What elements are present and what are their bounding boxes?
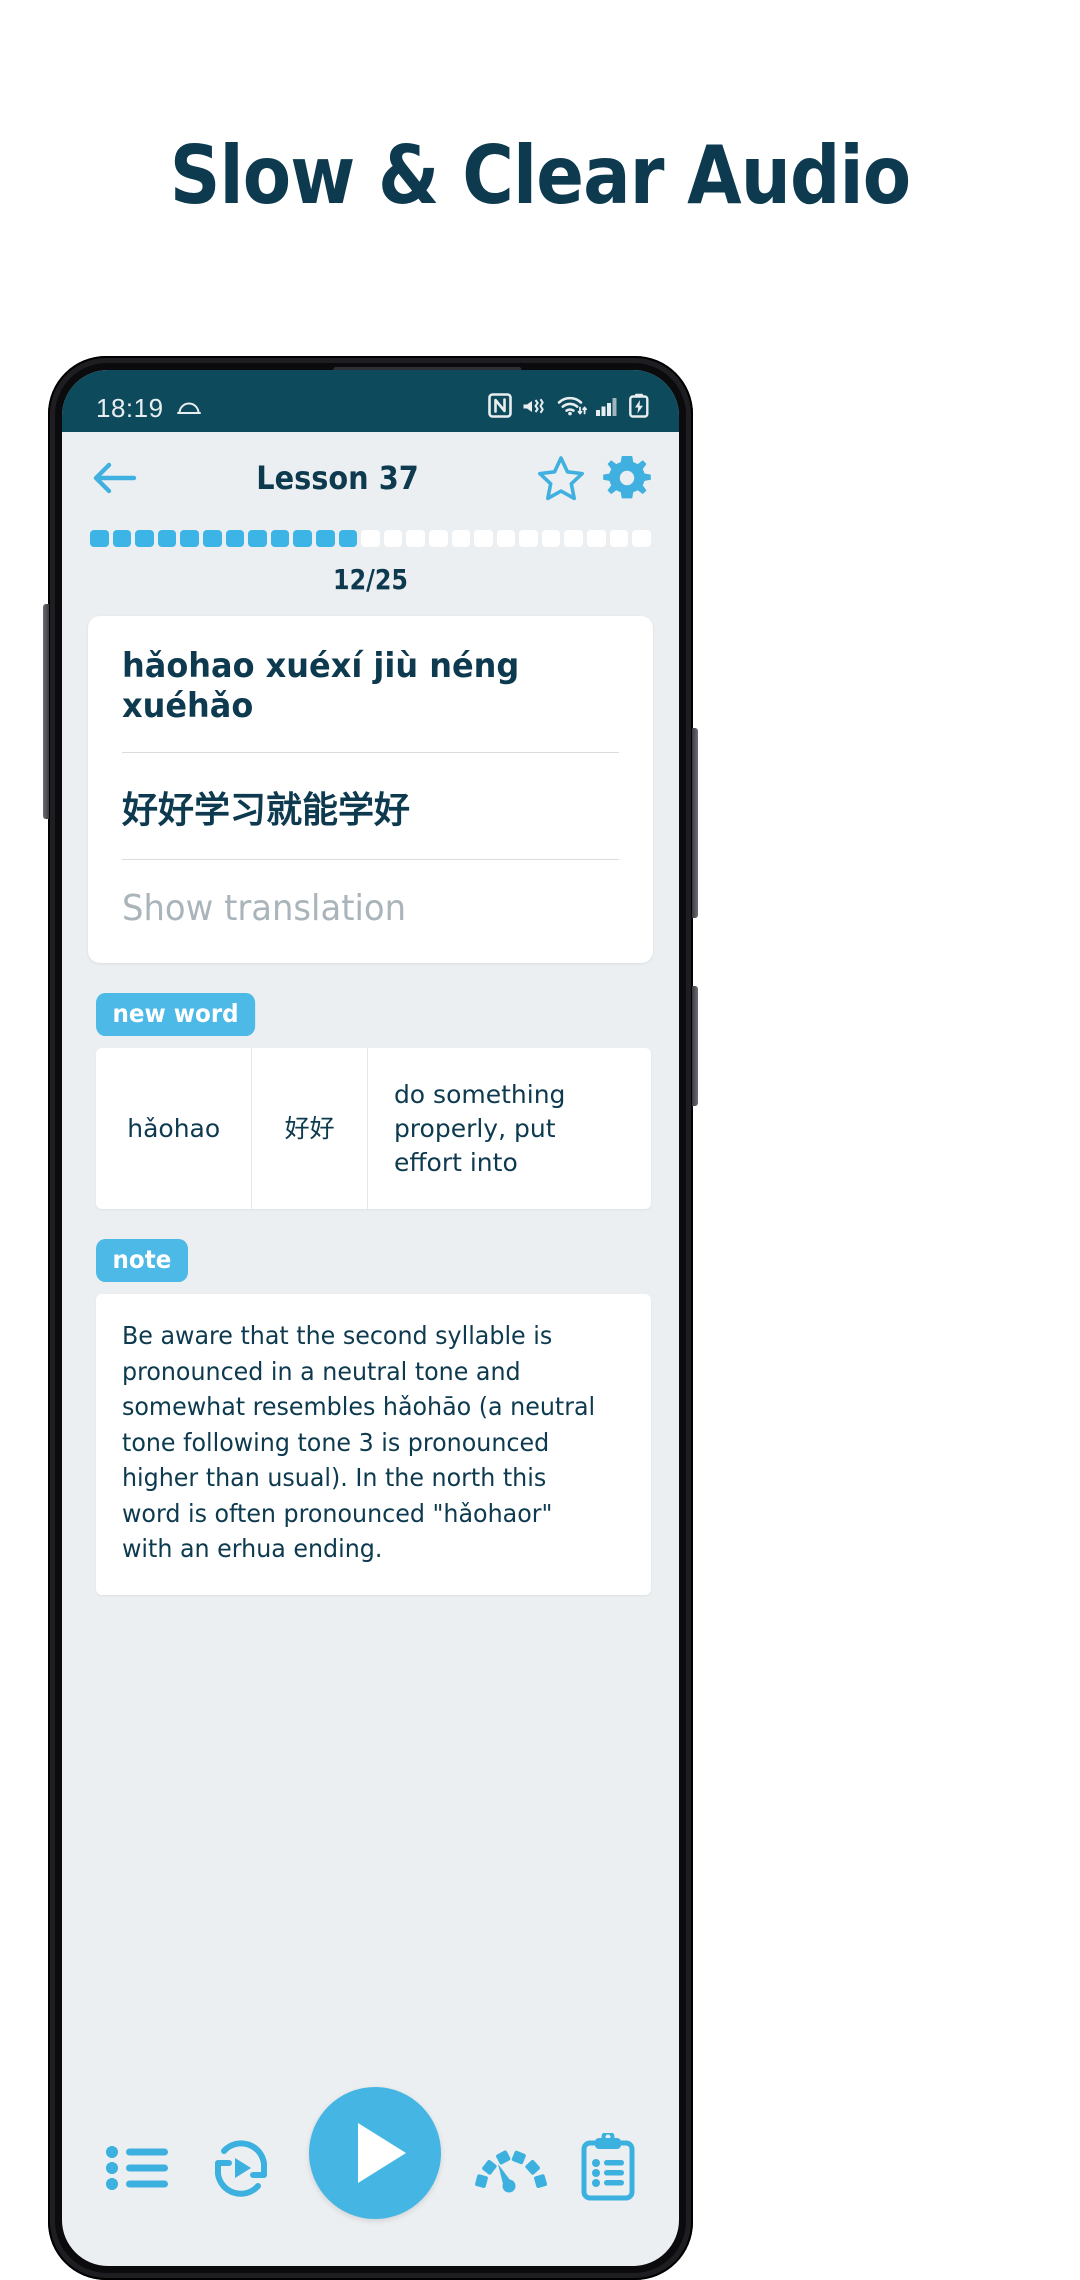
sentence-hanzi: 好好学习就能学好 bbox=[122, 790, 411, 831]
progress-segment bbox=[564, 530, 584, 547]
repeat-button[interactable] bbox=[206, 2134, 276, 2207]
note-text: Be aware that the second syllable is pro… bbox=[122, 1321, 596, 1564]
phone-volume-button[interactable] bbox=[692, 728, 698, 918]
progress-segment bbox=[474, 530, 493, 547]
progress-segment bbox=[270, 530, 290, 547]
show-translation-button[interactable]: Show translation bbox=[122, 860, 589, 929]
progress-segment bbox=[587, 530, 606, 547]
status-bar-right bbox=[488, 393, 649, 423]
speed-gauge-icon bbox=[473, 2140, 547, 2201]
nfc-icon bbox=[488, 393, 512, 423]
playback-speed-button[interactable] bbox=[473, 2140, 547, 2201]
repeat-play-icon bbox=[206, 2134, 276, 2207]
status-time: 18:19 bbox=[96, 392, 164, 423]
progress-segment bbox=[135, 530, 154, 547]
wifi-icon bbox=[557, 394, 587, 423]
progress-segment bbox=[541, 530, 561, 547]
progress-segment bbox=[609, 530, 629, 547]
progress-segment bbox=[90, 530, 109, 547]
clipboard-list-icon bbox=[579, 2130, 637, 2208]
progress-segment bbox=[406, 530, 425, 547]
progress-segment bbox=[632, 530, 651, 547]
progress-segment bbox=[202, 530, 222, 547]
play-button[interactable] bbox=[308, 2087, 441, 2219]
mute-vibrate-icon bbox=[521, 394, 548, 423]
progress-segment bbox=[180, 530, 199, 547]
progress-segment bbox=[248, 530, 267, 547]
progress-counter: 12/25 bbox=[333, 563, 408, 596]
progress-segment bbox=[157, 530, 177, 547]
phone-power-button[interactable] bbox=[692, 986, 698, 1106]
progress-segment bbox=[225, 530, 245, 547]
gear-icon[interactable] bbox=[603, 454, 651, 502]
progress-segment bbox=[428, 530, 448, 547]
play-icon bbox=[357, 2123, 406, 2183]
page-title-lesson: Lesson 37 bbox=[256, 459, 419, 497]
lesson-content: hǎohao xuéxí jiù néng xuéhǎo 好好学习就能学好 Sh… bbox=[62, 596, 679, 2098]
progress-segment bbox=[293, 530, 312, 547]
progress-segment bbox=[451, 530, 471, 547]
progress-segment bbox=[383, 530, 403, 547]
page-title: Slow & Clear Audio bbox=[169, 129, 911, 222]
progress-section: 12/25 bbox=[62, 524, 679, 596]
phone-screen: 18:19 Lesson 37 12/25 hǎohao xuéxí jiù n… bbox=[62, 370, 679, 2266]
table-row[interactable]: hǎohao 好好 do something properly, put eff… bbox=[96, 1048, 651, 1210]
progress-segments bbox=[90, 530, 651, 547]
progress-segment bbox=[361, 530, 380, 547]
vocab-pinyin: hǎohao bbox=[127, 1113, 221, 1143]
sentence-pinyin: hǎohao xuéxí jiù néng xuéhǎo bbox=[122, 646, 520, 726]
bottom-toolbar bbox=[62, 2087, 679, 2266]
progress-segment bbox=[315, 530, 335, 547]
status-bar-left: 18:19 bbox=[96, 393, 202, 424]
vocab-hanzi: 好好 bbox=[251, 1048, 368, 1210]
progress-segment bbox=[112, 530, 132, 547]
progress-segment bbox=[496, 530, 516, 547]
back-arrow-icon[interactable] bbox=[90, 460, 138, 496]
new-word-badge: new word bbox=[96, 993, 256, 1036]
star-outline-icon[interactable] bbox=[537, 455, 585, 501]
status-bar: 18:19 bbox=[62, 370, 679, 432]
weather-cloud-icon bbox=[176, 396, 202, 421]
progress-segment bbox=[338, 530, 358, 547]
sentence-card[interactable]: hǎohao xuéxí jiù néng xuéhǎo 好好学习就能学好 Sh… bbox=[88, 616, 653, 963]
phone-left-button[interactable] bbox=[43, 604, 49, 819]
progress-segment bbox=[519, 530, 538, 547]
battery-charging-icon bbox=[629, 393, 649, 423]
note-card: Be aware that the second syllable is pro… bbox=[96, 1294, 651, 1595]
vocab-meaning: do something properly, put effort into bbox=[393, 1080, 566, 1177]
phone-mockup: 18:19 Lesson 37 12/25 hǎohao xuéxí jiù n… bbox=[43, 356, 698, 2280]
note-badge: note bbox=[96, 1239, 188, 1283]
app-bar: Lesson 37 bbox=[62, 432, 679, 524]
page-root: Slow & Clear Audio 18:19 Lesson 37 12/25… bbox=[0, 0, 1080, 2280]
sentence-list-button[interactable] bbox=[104, 2140, 174, 2201]
app-bar-actions bbox=[537, 454, 651, 502]
signal-bars-icon bbox=[596, 395, 620, 422]
exercises-button[interactable] bbox=[579, 2130, 637, 2208]
list-icon bbox=[104, 2140, 174, 2201]
